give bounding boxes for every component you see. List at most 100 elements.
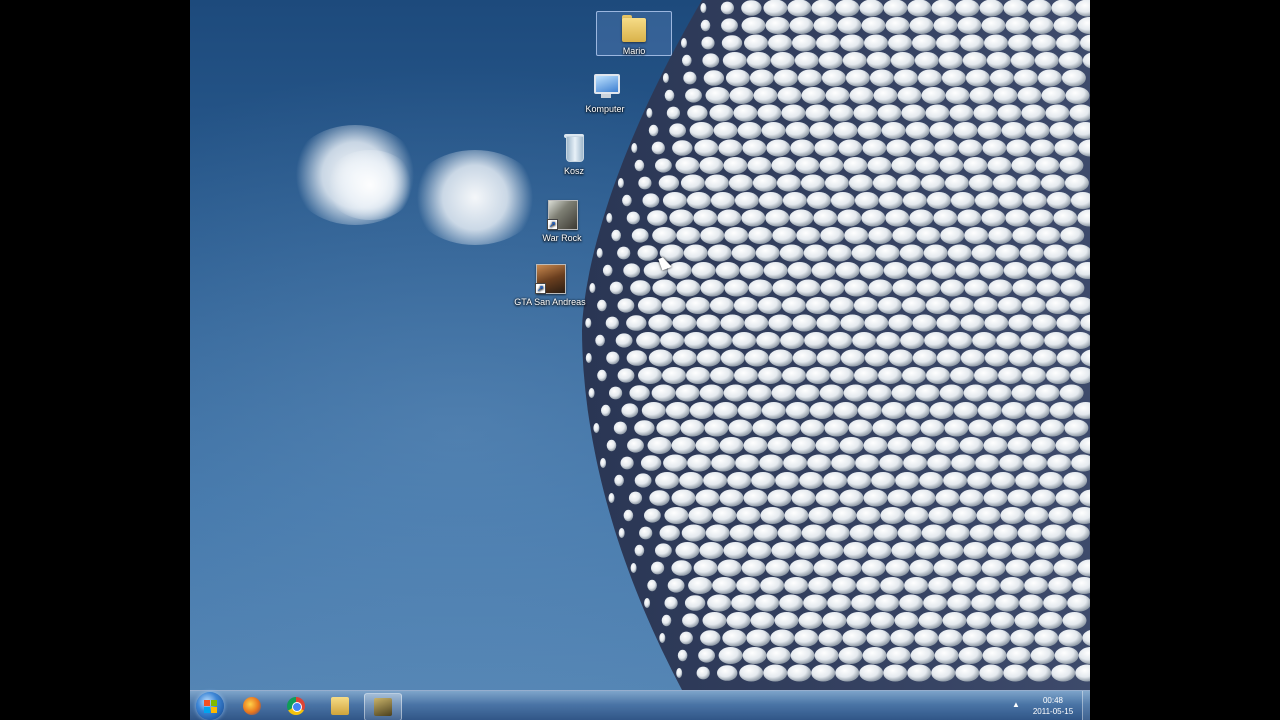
building-disc bbox=[803, 244, 828, 262]
building-disc bbox=[857, 402, 882, 419]
building-disc bbox=[837, 559, 862, 577]
building-disc bbox=[614, 474, 624, 487]
building-disc bbox=[618, 528, 625, 538]
taskbar-clock[interactable]: 00:48 2011-05-15 bbox=[1025, 695, 1081, 717]
building-disc bbox=[809, 402, 834, 419]
building-disc bbox=[1039, 472, 1064, 489]
building-disc bbox=[856, 507, 881, 524]
desktop-icon-komputer[interactable]: Komputer bbox=[565, 70, 645, 115]
desktop-icon-gta-san-andreas[interactable]: ↗ GTA San Andreas bbox=[510, 263, 590, 308]
building-disc bbox=[720, 1, 735, 15]
building-disc bbox=[651, 384, 676, 402]
building-disc bbox=[1036, 279, 1061, 297]
building-disc bbox=[736, 507, 761, 524]
building-disc bbox=[989, 69, 1014, 87]
building-disc bbox=[695, 489, 720, 507]
building-disc bbox=[861, 559, 886, 577]
building-disc bbox=[790, 647, 815, 664]
tray-show-hidden-icon[interactable]: ▲ bbox=[1012, 700, 1020, 709]
building-disc bbox=[910, 647, 935, 664]
building-disc bbox=[892, 227, 917, 244]
building-disc bbox=[742, 647, 767, 664]
building-disc bbox=[934, 139, 959, 157]
show-desktop-button[interactable] bbox=[1082, 691, 1090, 720]
building-disc bbox=[962, 629, 987, 647]
building-disc bbox=[785, 402, 810, 419]
clock-date: 2011-05-15 bbox=[1032, 707, 1074, 716]
building-disc bbox=[891, 542, 916, 559]
building-disc bbox=[680, 174, 705, 192]
building-disc bbox=[960, 349, 985, 367]
building-disc bbox=[959, 437, 984, 454]
building-disc bbox=[638, 367, 662, 384]
building-disc bbox=[773, 69, 798, 87]
building-disc bbox=[931, 664, 956, 682]
taskbar-item-explorer[interactable] bbox=[322, 693, 358, 719]
taskbar-item-chrome[interactable] bbox=[278, 693, 314, 719]
desktop[interactable]: Mario Komputer Kosz ↗ War Rock ↗ GTA San… bbox=[190, 0, 1090, 720]
building-disc bbox=[986, 52, 1011, 69]
building-disc bbox=[950, 192, 975, 209]
building-disc bbox=[870, 612, 895, 629]
building-disc bbox=[791, 437, 816, 454]
building-disc bbox=[626, 350, 647, 366]
building-disc bbox=[761, 402, 786, 419]
building-disc bbox=[897, 87, 922, 104]
building-disc bbox=[957, 209, 982, 227]
building-disc bbox=[1010, 52, 1035, 69]
building-disc bbox=[727, 472, 752, 489]
building-disc bbox=[626, 315, 647, 331]
building-disc bbox=[896, 174, 921, 192]
building-disc bbox=[861, 17, 886, 34]
building-disc bbox=[825, 524, 850, 542]
building-disc bbox=[608, 493, 615, 503]
building-disc bbox=[655, 543, 672, 558]
building-disc bbox=[838, 139, 863, 157]
building-disc bbox=[1053, 559, 1078, 577]
folder-icon bbox=[618, 12, 650, 44]
building-disc bbox=[833, 122, 858, 139]
building-disc bbox=[885, 209, 910, 227]
building-disc bbox=[963, 542, 988, 559]
windows-start-icon[interactable] bbox=[196, 692, 224, 720]
building-disc bbox=[717, 559, 742, 577]
building-disc bbox=[837, 17, 862, 34]
building-disc bbox=[795, 542, 820, 559]
building-disc bbox=[816, 349, 841, 367]
desktop-icon-mario[interactable]: Mario bbox=[596, 11, 672, 56]
building-disc bbox=[661, 297, 686, 314]
taskbar-item-running-app[interactable] bbox=[364, 693, 402, 720]
building-disc bbox=[940, 227, 965, 244]
building-disc bbox=[964, 279, 989, 297]
building-disc bbox=[1000, 577, 1025, 594]
building-disc bbox=[735, 454, 760, 472]
building-disc bbox=[751, 472, 776, 489]
building-disc bbox=[731, 594, 756, 612]
building-disc bbox=[1027, 664, 1052, 682]
building-disc bbox=[824, 174, 849, 192]
building-disc bbox=[1024, 577, 1049, 594]
building-disc bbox=[617, 298, 635, 313]
building-disc bbox=[974, 192, 999, 209]
taskbar-item-firefox[interactable] bbox=[234, 693, 270, 719]
building-disc bbox=[944, 419, 969, 437]
building-disc bbox=[871, 472, 896, 489]
building-disc bbox=[824, 419, 849, 437]
desktop-icon-label: GTA San Andreas bbox=[514, 297, 586, 307]
building-disc bbox=[1035, 384, 1060, 402]
desktop-icon-kosz[interactable]: Kosz bbox=[534, 132, 614, 177]
building-disc bbox=[1046, 192, 1071, 209]
building-disc bbox=[630, 280, 651, 296]
building-disc bbox=[1049, 122, 1074, 139]
building-disc bbox=[722, 52, 747, 69]
building-disc bbox=[1060, 227, 1085, 244]
building-disc bbox=[953, 402, 978, 419]
building-disc bbox=[681, 38, 687, 48]
building-disc bbox=[703, 70, 725, 86]
building-disc bbox=[983, 489, 1008, 507]
building-disc bbox=[851, 594, 876, 612]
desktop-icon-war-rock[interactable]: ↗ War Rock bbox=[522, 199, 602, 244]
building-disc bbox=[646, 108, 653, 118]
building-disc bbox=[892, 279, 917, 297]
building-disc bbox=[814, 647, 839, 664]
